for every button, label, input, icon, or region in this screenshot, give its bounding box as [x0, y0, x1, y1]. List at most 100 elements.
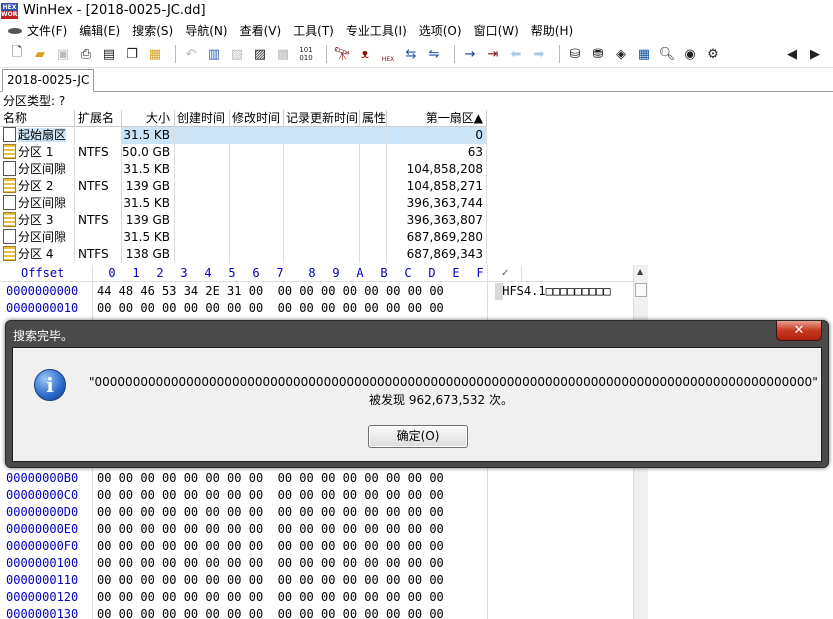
hex-row[interactable]: 00000000C0 00 00 00 00 00 00 00 00 00 00 … — [0, 487, 633, 504]
table-row[interactable]: 分区 3 NTFS 139 GB 396,363,807 — [0, 212, 487, 229]
table-row[interactable]: 分区 2 NTFS 139 GB 104,858,271 — [0, 178, 487, 195]
search-complete-dialog: 搜索完毕。 ✕ i "00000000000000000000000000000… — [5, 320, 829, 468]
menu-view[interactable]: 查看(V) — [235, 21, 289, 41]
dialog-title: 搜索完毕。 — [13, 329, 74, 343]
dialog-close-button[interactable]: ✕ — [776, 321, 822, 341]
cell-created — [175, 212, 230, 229]
menu-specialist-tools[interactable]: 专业工具(I) — [341, 21, 414, 41]
menu-help[interactable]: 帮助(H) — [526, 21, 580, 41]
column-header-record-changed[interactable]: 记录更新时间 — [284, 110, 360, 127]
find-icon[interactable]: 🔭︎ — [333, 45, 351, 63]
new-file-icon[interactable]: 🗋 — [8, 45, 26, 63]
hex-bytes[interactable]: 44 48 46 53 34 2E 31 00 00 00 00 00 00 0… — [97, 283, 444, 300]
hex-bytes[interactable]: 00 00 00 00 00 00 00 00 00 00 00 00 00 0… — [97, 555, 444, 572]
menu-search[interactable]: 搜索(S) — [127, 21, 180, 41]
cell-record-changed — [284, 212, 360, 229]
properties-icon[interactable]: ▤ — [100, 45, 118, 63]
cell-ext: NTFS — [75, 144, 122, 161]
table-row[interactable]: 起始扇区 31.5 KB 0 — [0, 127, 487, 144]
column-header-name[interactable]: 名称 — [0, 110, 75, 127]
column-header-ext[interactable]: 扩展名 — [75, 110, 122, 127]
hex-row[interactable]: 0000000120 00 00 00 00 00 00 00 00 00 00 … — [0, 589, 633, 606]
hex-column-header: C — [404, 266, 412, 280]
goto-sector-icon[interactable]: ⇥ — [484, 45, 502, 63]
column-header-attr[interactable]: 属性 — [360, 110, 387, 127]
table-row[interactable]: 分区 4 NTFS 138 GB 687,869,343 — [0, 246, 487, 263]
table-row[interactable]: 分区 1 NTFS 50.0 GB 63 — [0, 144, 487, 161]
table-row[interactable]: 分区间隙 31.5 KB 687,869,280 — [0, 229, 487, 246]
save-icon[interactable]: ▣ — [54, 45, 72, 63]
write-binary-icon[interactable]: 101 010 — [297, 45, 315, 63]
hex-bytes[interactable]: 00 00 00 00 00 00 00 00 00 00 00 00 00 0… — [97, 572, 444, 589]
ok-button[interactable]: 确定(O) — [368, 425, 468, 448]
hex-row[interactable]: 00000000E0 00 00 00 00 00 00 00 00 00 00 … — [0, 521, 633, 538]
open-disk-icon[interactable]: ⛁ — [566, 45, 584, 63]
column-header-size[interactable]: 大小 — [122, 110, 175, 127]
hex-bytes[interactable]: 00 00 00 00 00 00 00 00 00 00 00 00 00 0… — [97, 521, 444, 538]
cell-ext: NTFS — [75, 212, 122, 229]
cell-created — [175, 144, 230, 161]
open-folder-icon[interactable]: ▦ — [146, 45, 164, 63]
hex-bytes[interactable]: 00 00 00 00 00 00 00 00 00 00 00 00 00 0… — [97, 300, 444, 317]
calculator-icon[interactable]: ▦ — [635, 45, 653, 63]
menu-tools[interactable]: 工具(T) — [288, 21, 341, 41]
hex-bytes[interactable]: 00 00 00 00 00 00 00 00 00 00 00 00 00 0… — [97, 589, 444, 606]
table-row[interactable]: 分区间隙 31.5 KB 104,858,208 — [0, 161, 487, 178]
hex-bytes[interactable]: 00 00 00 00 00 00 00 00 00 00 00 00 00 0… — [97, 487, 444, 504]
hex-row[interactable]: 0000000100 00 00 00 00 00 00 00 00 00 00 … — [0, 555, 633, 572]
forward-icon[interactable]: ➡ — [530, 45, 548, 63]
cell-attr — [360, 195, 387, 212]
table-row[interactable]: 分区间隙 31.5 KB 396,363,744 — [0, 195, 487, 212]
tab-2018-0025-jc[interactable]: 2018-0025-JC — [2, 69, 94, 92]
scroll-thumb[interactable] — [635, 283, 647, 297]
back-icon[interactable]: ⬅ — [507, 45, 525, 63]
column-header-first-sector[interactable]: 第一扇区▲ — [387, 110, 487, 127]
column-header-created[interactable]: 创建时间 — [175, 110, 230, 127]
hex-bytes[interactable]: 00 00 00 00 00 00 00 00 00 00 00 00 00 0… — [97, 504, 444, 521]
hex-row[interactable]: 0000000000 44 48 46 53 34 2E 31 00 00 00 … — [0, 283, 633, 300]
hex-bytes[interactable]: 00 00 00 00 00 00 00 00 00 00 00 00 00 0… — [97, 470, 444, 487]
find-text-icon[interactable]: ᴥ — [356, 45, 374, 63]
open-file-icon[interactable]: ▰ — [31, 45, 49, 63]
hex-column-header: 3 — [180, 266, 188, 280]
cut-icon[interactable]: ▥ — [205, 45, 223, 63]
hex-column-header: F — [476, 266, 484, 280]
hex-row[interactable]: 00000000F0 00 00 00 00 00 00 00 00 00 00 … — [0, 538, 633, 555]
ram-editor-icon[interactable]: ◈ — [612, 45, 630, 63]
scroll-left-icon[interactable]: ◀ — [783, 45, 801, 63]
hex-bytes[interactable]: 00 00 00 00 00 00 00 00 00 00 00 00 00 0… — [97, 606, 444, 619]
print-icon[interactable]: ⎙ — [77, 45, 95, 63]
hex-text[interactable]: DHFS4.1□□□□□□□□□ — [495, 283, 611, 300]
file-icon — [3, 161, 16, 176]
paste-icon[interactable]: ▨ — [251, 45, 269, 63]
scroll-right-icon[interactable]: ▶ — [806, 45, 824, 63]
menu-edit[interactable]: 编辑(E) — [74, 21, 127, 41]
hex-offset: 0000000100 — [6, 556, 79, 570]
hex-row[interactable]: 00000000D0 00 00 00 00 00 00 00 00 00 00 … — [0, 504, 633, 521]
replace-hex-icon[interactable]: ⇋ — [425, 45, 443, 63]
hex-bytes[interactable]: 00 00 00 00 00 00 00 00 00 00 00 00 00 0… — [97, 538, 444, 555]
replace-text-icon[interactable]: ⇆ — [402, 45, 420, 63]
hex-row[interactable]: 0000000010 00 00 00 00 00 00 00 00 00 00 … — [0, 300, 633, 317]
paste-special-icon[interactable]: ▩ — [274, 45, 292, 63]
scroll-up-icon[interactable]: ▲ — [637, 267, 643, 276]
analysis-icon[interactable]: ◉ — [681, 45, 699, 63]
clone-disk-icon[interactable]: ⛃ — [589, 45, 607, 63]
hex-offset: 00000000C0 — [6, 488, 79, 502]
hex-row[interactable]: 00000000B0 00 00 00 00 00 00 00 00 00 00 … — [0, 470, 633, 487]
cell-modified — [230, 229, 284, 246]
hex-row[interactable]: 0000000110 00 00 00 00 00 00 00 00 00 00 … — [0, 572, 633, 589]
menu-navigate[interactable]: 导航(N) — [180, 21, 234, 41]
copy-icon[interactable]: ❐ — [123, 45, 141, 63]
menu-window[interactable]: 窗口(W) — [469, 21, 526, 41]
goto-offset-icon[interactable]: → — [461, 45, 479, 63]
menu-file[interactable]: 文件(F) — [0, 21, 74, 41]
column-header-modified[interactable]: 修改时间 — [230, 110, 284, 127]
hex-row[interactable]: 0000000130 00 00 00 00 00 00 00 00 00 00 … — [0, 606, 633, 619]
hash-icon[interactable]: 🔍︎ — [658, 45, 676, 63]
undo-icon[interactable]: ↶ — [182, 45, 200, 63]
copy-block-icon[interactable]: ▧ — [228, 45, 246, 63]
menu-options[interactable]: 选项(O) — [414, 21, 469, 41]
find-hex-icon[interactable]: HEX — [379, 45, 397, 63]
settings-icon[interactable]: ⚙ — [704, 45, 722, 63]
